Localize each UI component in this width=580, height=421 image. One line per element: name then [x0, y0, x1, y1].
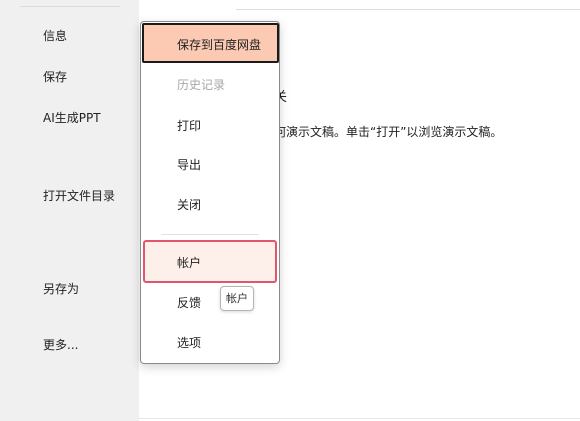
menu-item-label: 保存到百度网盘 — [177, 38, 262, 52]
menu-item-save-to-baidu-netdisk[interactable]: 保存到百度网盘 — [142, 23, 279, 63]
menu-item-print[interactable]: 打印 — [177, 117, 201, 134]
menu-item-history: 历史记录 — [177, 78, 226, 92]
nav-item-open-folder[interactable]: 打开文件目录 — [43, 187, 115, 204]
menu-item-feedback[interactable]: 反馈 — [177, 294, 201, 311]
main-bottom-divider — [139, 418, 580, 419]
main-description: 何演示文稿。单击“打开”以浏览演示文稿。 — [274, 125, 503, 139]
main-divider — [236, 9, 580, 10]
account-tooltip: 帐户 — [220, 286, 254, 311]
nav-item-save-as[interactable]: 另存为 — [43, 280, 79, 297]
menu-item-export[interactable]: 导出 — [177, 156, 201, 173]
menu-separator — [161, 234, 259, 235]
menu-item-close[interactable]: 关闭 — [177, 196, 201, 213]
nav-item-save[interactable]: 保存 — [43, 68, 67, 85]
nav-item-more[interactable]: 更多... — [43, 336, 78, 353]
menu-item-account[interactable]: 帐户 — [143, 240, 277, 283]
more-menu: 保存到百度网盘 历史记录 打印 导出 关闭 帐户 反馈 选项 — [140, 21, 280, 364]
menu-item-label: 帐户 — [177, 256, 202, 270]
menu-item-options[interactable]: 选项 — [177, 334, 201, 351]
nav-divider — [20, 6, 120, 7]
nav-item-ai-ppt[interactable]: AI生成PPT — [43, 109, 101, 126]
backstage-nav: 信息 保存 AI生成PPT 打开文件目录 另存为 更多... — [0, 0, 139, 421]
nav-item-info[interactable]: 信息 — [43, 27, 67, 44]
